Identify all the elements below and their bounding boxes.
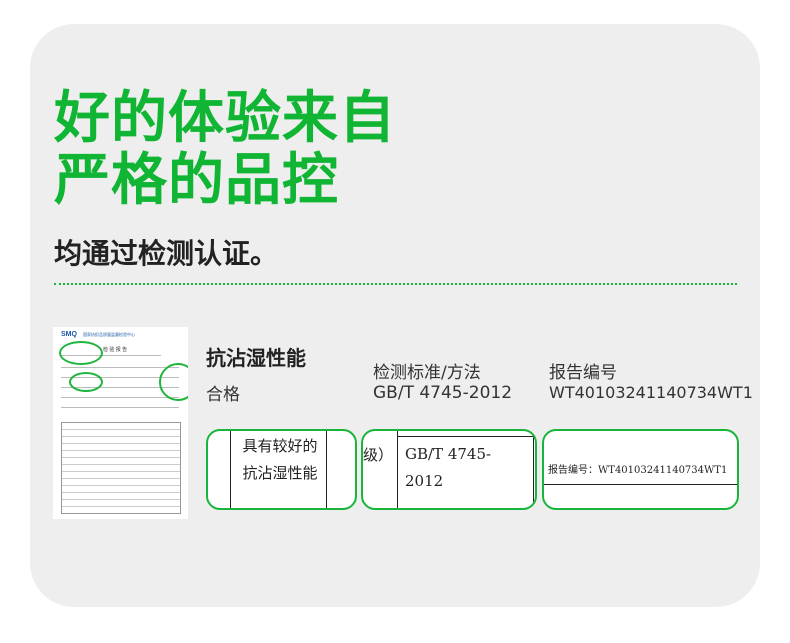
report-line [61, 397, 179, 398]
crop-standard-left-text: 级） [363, 446, 394, 464]
report-logo: SMQ [61, 331, 77, 338]
report-line [61, 407, 179, 408]
report-title: 检 验 报 告 [103, 347, 128, 353]
table-line [230, 431, 231, 508]
table-line [326, 431, 327, 508]
report-line [61, 367, 179, 368]
column-value-result: 合格 [206, 385, 240, 405]
column-label-standard: 检测标准/方法 [373, 363, 481, 383]
report-table [61, 422, 181, 514]
dotted-divider [54, 283, 737, 285]
quality-card: 好的体验来自 严格的品控 均通过检测认证。 SMQ 国家纺织品质量监督检验中心 … [30, 24, 760, 607]
highlight-oval [159, 363, 188, 401]
table-line [397, 431, 398, 508]
test-report-thumbnail: SMQ 国家纺织品质量监督检验中心 检 验 报 告 [53, 327, 188, 519]
report-crop-report-no: 报告编号：WT40103241140734WT1 [542, 429, 739, 510]
subtitle: 均通过检测认证。 [54, 237, 279, 270]
column-label-water-repellency: 抗沾湿性能 [206, 346, 306, 370]
headline-line-1: 好的体验来自 [54, 86, 396, 151]
crop-report-no-text: 报告编号：WT40103241140734WT1 [548, 465, 728, 476]
crop-result-text: 具有较好的抗沾湿性能 [242, 437, 318, 482]
column-label-report-no: 报告编号 [549, 363, 617, 383]
table-line [397, 436, 535, 437]
column-value-standard: GB/T 4745-2012 [373, 383, 513, 403]
headline: 好的体验来自 严格的品控 [54, 88, 396, 212]
highlight-oval [59, 341, 103, 365]
table-line [544, 484, 737, 485]
report-crop-standard: 级） GB/T 4745-2012 [361, 429, 537, 510]
report-crop-result: 具有较好的抗沾湿性能 [206, 429, 357, 510]
table-line [533, 431, 534, 508]
headline-line-2: 严格的品控 [54, 148, 339, 213]
highlight-oval [69, 372, 103, 392]
column-value-report-no: WT40103241140734WT1 [549, 383, 753, 402]
report-org: 国家纺织品质量监督检验中心 [83, 332, 135, 337]
crop-standard-text: GB/T 4745-2012 [405, 445, 492, 490]
